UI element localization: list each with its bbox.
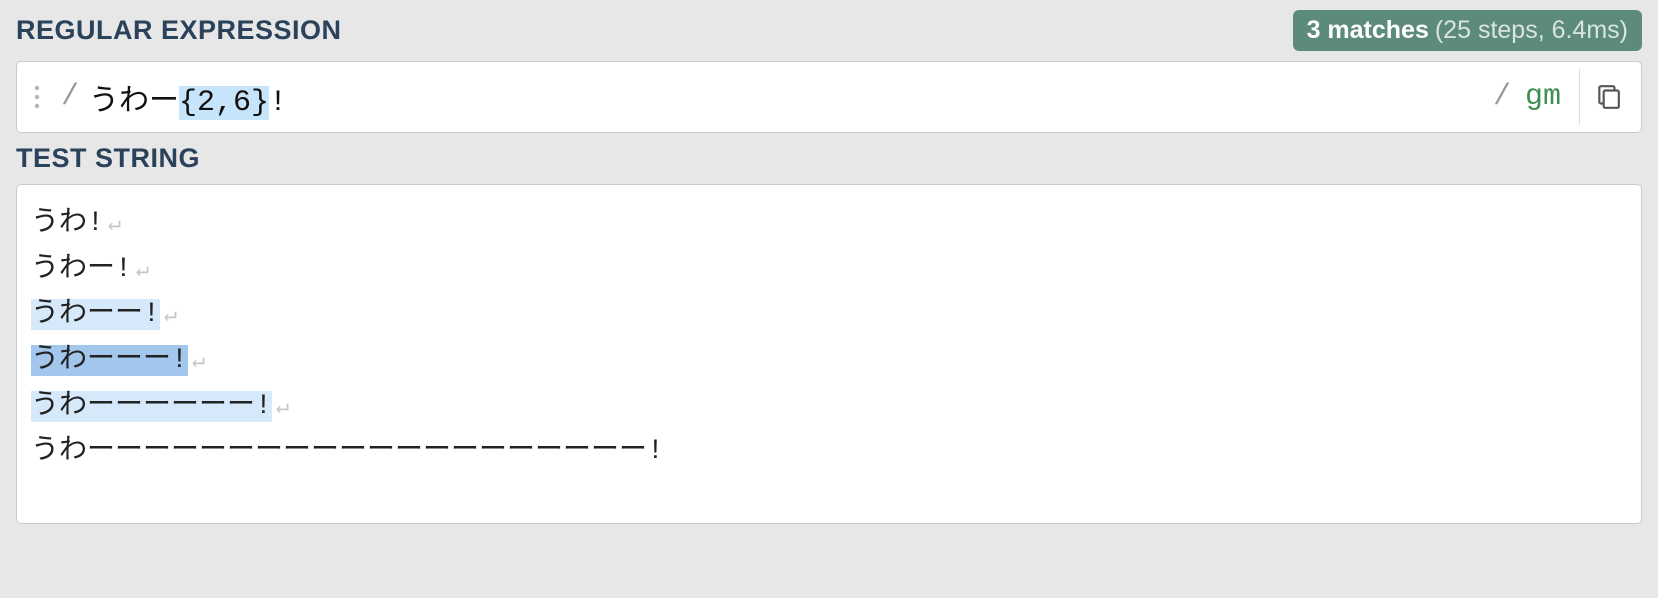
test-line: うわーー!↵ — [31, 292, 1627, 338]
match-highlight: うわーー! — [31, 299, 160, 330]
test-line: うわーーー!↵ — [31, 338, 1627, 384]
match-highlight: うわーーー! — [31, 345, 188, 376]
regex-close-delimiter: / — [1483, 80, 1521, 114]
copy-regex-button[interactable] — [1579, 69, 1635, 125]
match-highlight: うわーーーーーー! — [31, 391, 272, 422]
newline-icon: ↵ — [188, 349, 205, 374]
test-section-title: TEST STRING — [16, 143, 200, 174]
match-count: 3 matches — [1307, 16, 1429, 45]
test-string-input[interactable]: うわ!↵うわー!↵うわーー!↵うわーーー!↵うわーーーーーー!↵うわーーーーーー… — [31, 201, 1627, 475]
regex-input-box: / うわー{2,6}! / gm — [16, 61, 1642, 133]
regex-pattern-input[interactable]: うわー{2,6}! — [89, 75, 1483, 120]
test-line: うわー!↵ — [31, 247, 1627, 293]
copy-icon — [1595, 84, 1621, 110]
match-count-badge: 3 matches (25 steps, 6.4ms) — [1293, 10, 1642, 51]
test-line: うわ!↵ — [31, 201, 1627, 247]
regex-section-header: REGULAR EXPRESSION 3 matches (25 steps, … — [16, 0, 1642, 61]
test-line: うわーーーーーーーーーーーーーーーーーーーー! — [31, 429, 1627, 475]
regex-flags[interactable]: gm — [1521, 80, 1579, 114]
regex-pattern-plain: うわー — [89, 86, 179, 120]
match-detail: (25 steps, 6.4ms) — [1435, 16, 1628, 45]
regex-pattern-quantifier: {2,6} — [179, 86, 269, 120]
test-string-box: うわ!↵うわー!↵うわーー!↵うわーーー!↵うわーーーーーー!↵うわーーーーーー… — [16, 184, 1642, 524]
newline-icon: ↵ — [104, 212, 121, 237]
regex-section-title: REGULAR EXPRESSION — [16, 15, 342, 46]
newline-icon: ↵ — [132, 258, 149, 283]
regex-pattern-tail: ! — [269, 86, 287, 120]
drag-handle-icon[interactable] — [23, 84, 51, 110]
newline-icon: ↵ — [160, 303, 177, 328]
test-section-header: TEST STRING — [16, 133, 1642, 184]
test-line: うわーーーーーー!↵ — [31, 384, 1627, 430]
newline-icon: ↵ — [272, 395, 289, 420]
regex-open-delimiter: / — [51, 80, 89, 114]
